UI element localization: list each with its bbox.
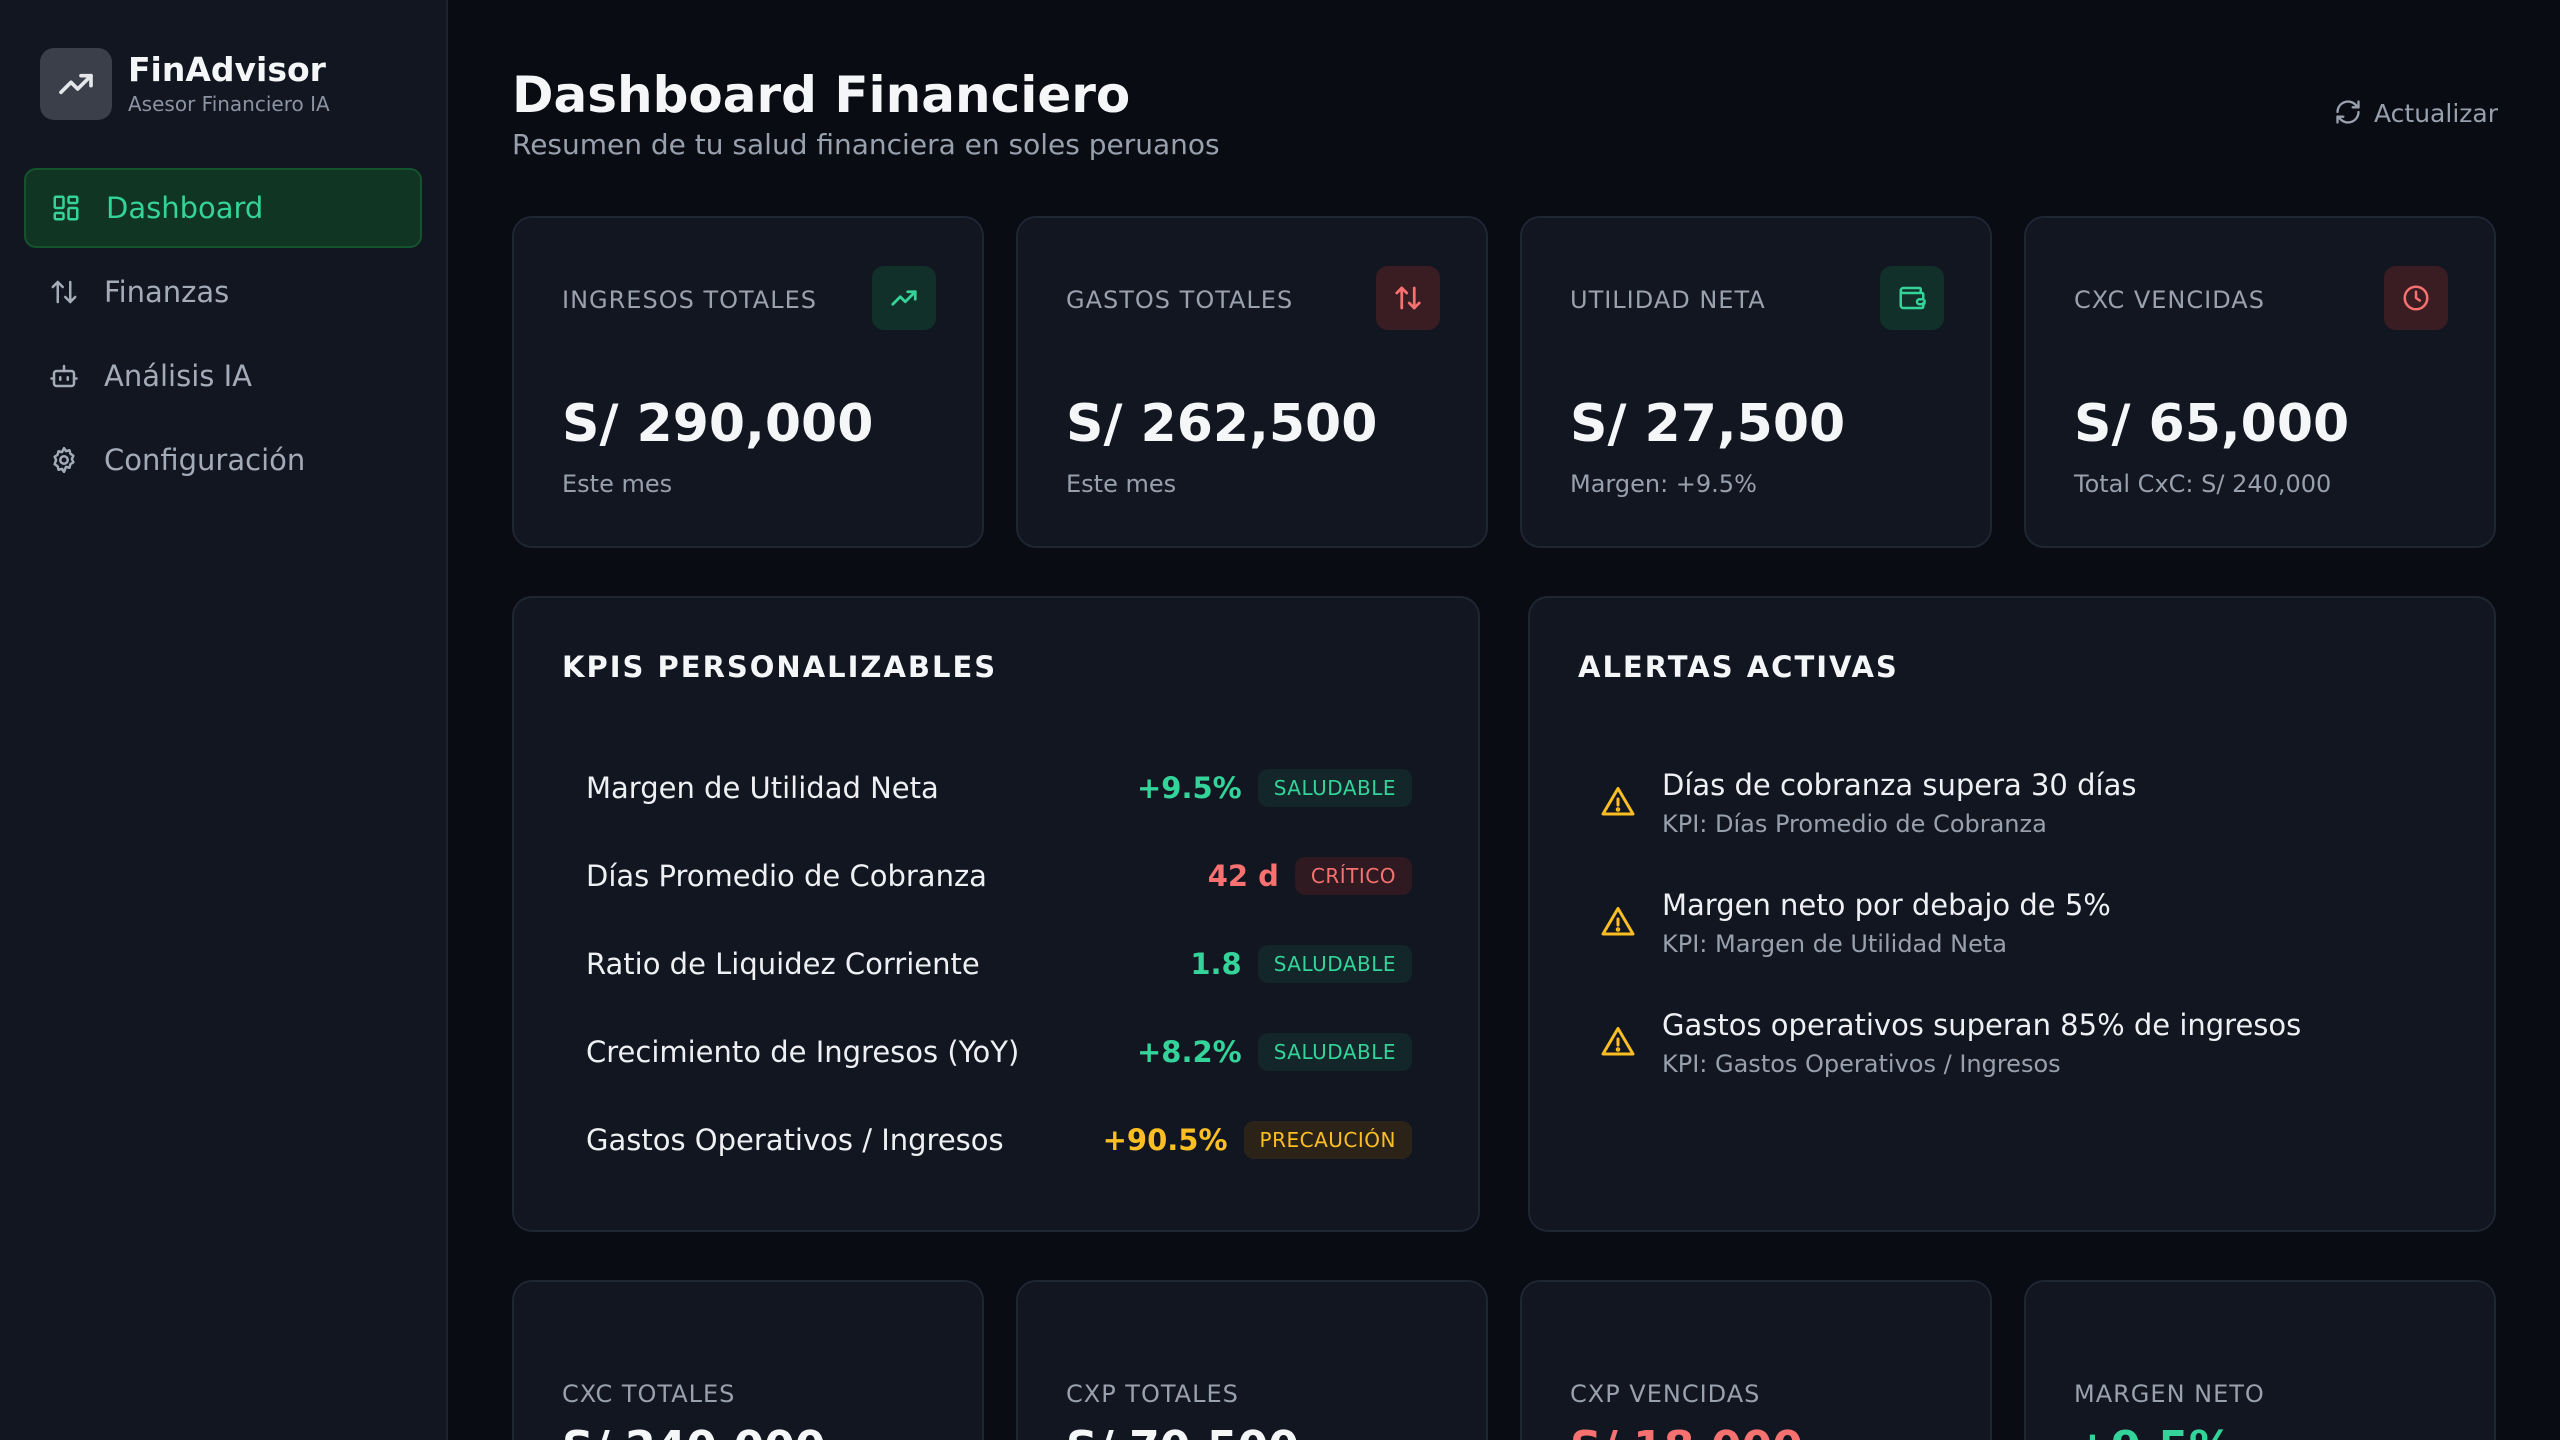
sidebar-item-label: Análisis IA xyxy=(104,359,252,393)
stat-note: Este mes xyxy=(1066,470,1177,498)
stat-label: UTILIDAD NETA xyxy=(1570,286,1766,314)
stat-value: S/ 240,000 xyxy=(562,1422,825,1440)
stat-value: S/ 27,500 xyxy=(1570,394,1846,454)
brand-subtitle: Asesor Financiero IA xyxy=(128,92,330,117)
stat-card-cxc-totales: CXC TOTALES S/ 240,000 xyxy=(512,1280,984,1440)
kpi-name: Gastos Operativos / Ingresos xyxy=(586,1123,1004,1157)
sidebar-item-finanzas[interactable]: Finanzas xyxy=(24,252,422,332)
sidebar-item-label: Configuración xyxy=(104,443,306,477)
stat-note: Total CxC: S/ 240,000 xyxy=(2074,470,2332,498)
stat-note: Este mes xyxy=(562,470,673,498)
stat-note: Margen: +9.5% xyxy=(1570,470,1757,498)
status-badge: CRÍTICO xyxy=(1294,857,1412,895)
stat-value: S/ 70,500 xyxy=(1066,1422,1299,1440)
alert-title: Días de cobranza supera 30 días xyxy=(1662,768,2137,802)
kpi-name: Ratio de Liquidez Corriente xyxy=(586,947,980,981)
warning-icon xyxy=(1600,784,1636,820)
alert-item[interactable]: Días de cobranza supera 30 días KPI: Día… xyxy=(1600,768,2136,838)
refresh-label: Actualizar xyxy=(2374,99,2498,128)
kpi-row[interactable]: Días Promedio de Cobranza 42 d CRÍTICO xyxy=(586,848,1412,904)
robot-icon xyxy=(48,360,80,392)
kpi-value: +9.5% xyxy=(1137,771,1242,805)
alert-kpi: KPI: Margen de Utilidad Neta xyxy=(1662,930,2007,958)
kpi-value: 1.8 xyxy=(1190,947,1242,981)
sidebar-item-dashboard[interactable]: Dashboard xyxy=(24,168,422,248)
page-subtitle: Resumen de tu salud financiera en soles … xyxy=(512,128,1220,161)
alert-kpi: KPI: Gastos Operativos / Ingresos xyxy=(1662,1050,2061,1078)
kpi-name: Días Promedio de Cobranza xyxy=(586,859,987,893)
stat-label: GASTOS TOTALES xyxy=(1066,286,1294,314)
stat-value: S/ 290,000 xyxy=(562,394,874,454)
alert-item[interactable]: Gastos operativos superan 85% de ingreso… xyxy=(1600,1008,2301,1078)
stat-value: S/ 18,000 xyxy=(1570,1422,1803,1440)
stat-label: INGRESOS TOTALES xyxy=(562,286,817,314)
stat-label: MARGEN NETO xyxy=(2074,1380,2265,1408)
kpi-value: +90.5% xyxy=(1102,1123,1228,1157)
kpi-row[interactable]: Crecimiento de Ingresos (YoY) +8.2% SALU… xyxy=(586,1024,1412,1080)
sidebar-item-label: Finanzas xyxy=(104,275,230,309)
status-badge: SALUDABLE xyxy=(1257,945,1412,983)
kpi-panel-title: KPIS PERSONALIZABLES xyxy=(562,650,998,684)
kpi-value: +8.2% xyxy=(1137,1035,1242,1069)
stat-card-utilidad: UTILIDAD NETA S/ 27,500 Margen: +9.5% xyxy=(1520,216,1992,548)
stat-card-ingresos: INGRESOS TOTALES S/ 290,000 Este mes xyxy=(512,216,984,548)
alert-title: Margen neto por debajo de 5% xyxy=(1662,888,2111,922)
brand[interactable]: FinAdvisor Asesor Financiero IA xyxy=(40,48,330,120)
arrows-up-down-icon xyxy=(1376,266,1440,330)
kpi-row[interactable]: Gastos Operativos / Ingresos +90.5% PREC… xyxy=(586,1112,1412,1168)
gear-icon xyxy=(48,444,80,476)
stat-card-gastos: GASTOS TOTALES S/ 262,500 Este mes xyxy=(1016,216,1488,548)
sidebar-item-analisis-ia[interactable]: Análisis IA xyxy=(24,336,422,416)
arrows-up-down-icon xyxy=(48,276,80,308)
alert-item[interactable]: Margen neto por debajo de 5% KPI: Margen… xyxy=(1600,888,2111,958)
sidebar-item-configuracion[interactable]: Configuración xyxy=(24,420,422,500)
stat-card-cxp-totales: CXP TOTALES S/ 70,500 xyxy=(1016,1280,1488,1440)
alert-kpi: KPI: Días Promedio de Cobranza xyxy=(1662,810,2047,838)
warning-icon xyxy=(1600,904,1636,940)
stat-card-cxp-vencidas: CXP VENCIDAS S/ 18,000 xyxy=(1520,1280,1992,1440)
kpi-row[interactable]: Ratio de Liquidez Corriente 1.8 SALUDABL… xyxy=(586,936,1412,992)
trending-up-icon xyxy=(40,48,112,120)
wallet-icon xyxy=(1880,266,1944,330)
stat-label: CXP TOTALES xyxy=(1066,1380,1239,1408)
trending-up-icon xyxy=(872,266,936,330)
status-badge: PRECAUCIÓN xyxy=(1243,1121,1412,1159)
stat-card-margen-neto: MARGEN NETO +9.5% xyxy=(2024,1280,2496,1440)
sidebar-nav: Dashboard Finanzas Análisis IA Configura… xyxy=(24,168,422,504)
refresh-button[interactable]: Actualizar xyxy=(2334,98,2498,129)
sidebar-item-label: Dashboard xyxy=(106,191,264,225)
alert-title: Gastos operativos superan 85% de ingreso… xyxy=(1662,1008,2302,1042)
status-badge: SALUDABLE xyxy=(1257,1033,1412,1071)
sidebar: FinAdvisor Asesor Financiero IA Dashboar… xyxy=(0,0,448,1440)
stat-value: S/ 262,500 xyxy=(1066,394,1378,454)
status-badge: SALUDABLE xyxy=(1257,769,1412,807)
stat-value: +9.5% xyxy=(2074,1422,2233,1440)
kpi-name: Crecimiento de Ingresos (YoY) xyxy=(586,1035,1020,1069)
page-title: Dashboard Financiero xyxy=(512,66,1131,124)
stat-card-cxc-vencidas: CXC VENCIDAS S/ 65,000 Total CxC: S/ 240… xyxy=(2024,216,2496,548)
dashboard-icon xyxy=(50,192,82,224)
clock-icon xyxy=(2384,266,2448,330)
stat-label: CXC VENCIDAS xyxy=(2074,286,2265,314)
brand-name: FinAdvisor xyxy=(128,49,326,89)
kpi-value: 42 d xyxy=(1207,859,1279,893)
kpi-name: Margen de Utilidad Neta xyxy=(586,771,939,805)
alerts-panel-title: ALERTAS ACTIVAS xyxy=(1578,650,1899,684)
stat-label: CXC TOTALES xyxy=(562,1380,736,1408)
stat-value: S/ 65,000 xyxy=(2074,394,2350,454)
stat-label: CXP VENCIDAS xyxy=(1570,1380,1761,1408)
kpi-row[interactable]: Margen de Utilidad Neta +9.5% SALUDABLE xyxy=(586,760,1412,816)
warning-icon xyxy=(1600,1024,1636,1060)
refresh-icon xyxy=(2334,98,2362,129)
